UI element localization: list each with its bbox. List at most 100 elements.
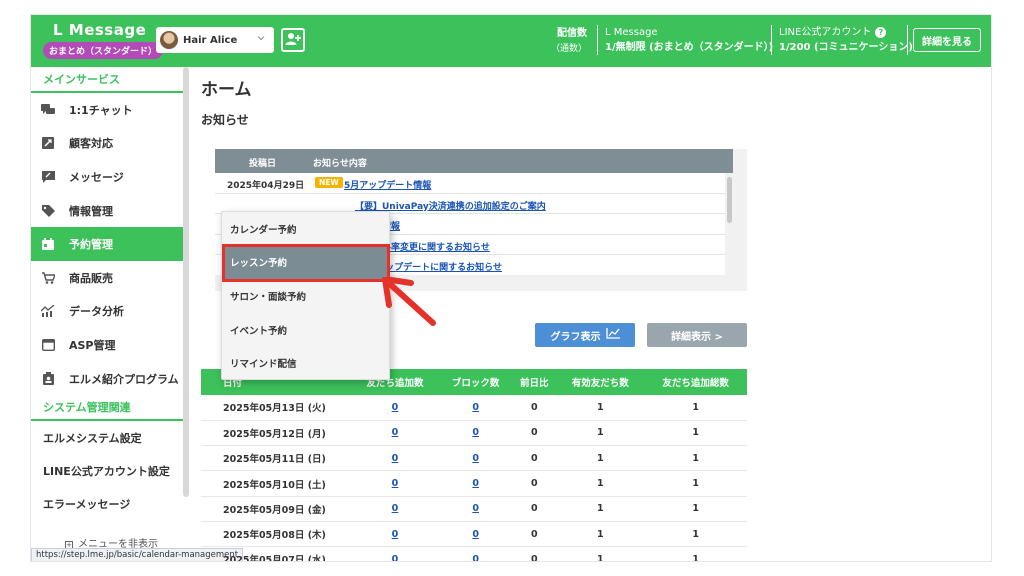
graph-button-label: グラフ表示	[550, 331, 601, 343]
add-user-button[interactable]	[281, 28, 305, 52]
new-badge: NEW	[315, 177, 343, 188]
calendar-icon	[41, 238, 55, 251]
table-cell: 1	[556, 445, 645, 472]
row-date: 2025年05月11日 (日)	[201, 445, 351, 472]
sidebar-item-line-settings[interactable]: LINE公式アカウント設定	[31, 454, 183, 487]
table-row: 2025年05月13日 (火) 0 0 0 1 1	[201, 395, 747, 421]
col-total-adds: 友だち追加総数	[644, 369, 747, 395]
table-cell: 1	[644, 470, 747, 497]
blocks-link[interactable]: 0	[438, 470, 513, 497]
table-cell: 1	[644, 420, 747, 447]
l-message-label: L Message	[605, 27, 658, 38]
sidebar-item-referral[interactable]: エルメ紹介プログラム	[31, 362, 183, 396]
table-cell: 0	[512, 546, 557, 561]
plan-badge: おまとめ（スタンダード）	[43, 42, 164, 59]
table-cell: 1	[644, 546, 747, 561]
sidebar-item-customer[interactable]: 顧客対応	[31, 127, 183, 161]
submenu-calendar-reservation[interactable]: カレンダー予約	[222, 212, 389, 246]
pointer-arrow-icon	[381, 276, 441, 333]
table-row: 2025年05月07日 (水) 0 0 0 1 1	[201, 546, 747, 561]
row-date: 2025年05月07日 (水)	[201, 546, 351, 561]
table-cell: 1	[556, 395, 645, 421]
row-date: 2025年05月08日 (木)	[201, 521, 351, 548]
notice-link[interactable]: 5月アップデート情報	[344, 178, 431, 191]
col-post-date: 投稿日	[249, 159, 277, 169]
table-cell: 0	[512, 420, 557, 447]
sidebar: メインサービス 1:1チャット 顧客対応 メッセージ 情報管理 予約管理 商品販…	[31, 67, 183, 561]
section-system: システム管理関連	[31, 395, 183, 422]
table-cell: 1	[556, 420, 645, 447]
row-date: 2025年05月12日 (月)	[201, 420, 351, 447]
friend-adds-link[interactable]: 0	[351, 496, 439, 522]
notice-date: 2025年04月29日	[227, 181, 305, 191]
delivery-count-label: 配信数 （通数）	[551, 26, 587, 57]
sidebar-item-label: 顧客対応	[69, 137, 113, 151]
sidebar-item-label: 1:1チャット	[69, 103, 133, 117]
line-account-label: LINE公式アカウント	[779, 27, 872, 38]
window-icon	[41, 338, 55, 351]
sidebar-item-label: ASP管理	[69, 338, 116, 352]
friend-adds-link[interactable]: 0	[351, 445, 439, 472]
table-row: 2025年05月10日 (土) 0 0 0 1 1	[201, 470, 747, 497]
analytics-icon	[41, 305, 55, 318]
delivery-sub: （通数）	[551, 44, 588, 54]
sidebar-scrollbar[interactable]	[183, 67, 189, 497]
sidebar-item-sales[interactable]: 商品販売	[31, 261, 183, 295]
section-main-service: メインサービス	[31, 67, 183, 93]
logo[interactable]: L Message おまとめ（スタンダード）	[43, 21, 164, 59]
sidebar-item-analytics[interactable]: データ分析	[31, 295, 183, 329]
sidebar-item-asp[interactable]: ASP管理	[31, 328, 183, 362]
notice-heading: お知らせ	[201, 113, 249, 127]
blocks-link[interactable]: 0	[438, 445, 513, 472]
table-cell: 1	[556, 546, 645, 561]
col-active-friends: 有効友だち数	[556, 369, 645, 395]
top-header: L Message おまとめ（スタンダード） Hair Alice 配信数 （通…	[31, 15, 991, 67]
row-date: 2025年05月09日 (金)	[201, 496, 351, 522]
edit-box-icon	[41, 137, 55, 150]
submenu-event-reservation[interactable]: イベント予約	[222, 313, 389, 347]
friend-adds-link[interactable]: 0	[351, 470, 439, 497]
account-select[interactable]: Hair Alice	[156, 27, 274, 53]
notice-scrollbar[interactable]	[727, 177, 732, 223]
col-notice-content: お知らせ内容	[313, 159, 367, 169]
graph-view-button[interactable]: グラフ表示	[535, 323, 635, 347]
notice-link[interactable]: 【要】UnivaPay決済連携の追加設定のご案内	[355, 199, 546, 212]
sidebar-item-chat[interactable]: 1:1チャット	[31, 93, 183, 127]
tag-icon	[41, 204, 55, 217]
help-icon[interactable]: ?	[875, 27, 887, 38]
sidebar-item-label: 商品販売	[69, 271, 113, 285]
app-window: L Message おまとめ（スタンダード） Hair Alice 配信数 （通…	[30, 14, 992, 562]
sidebar-item-message[interactable]: メッセージ	[31, 160, 183, 194]
avatar	[160, 31, 178, 49]
sidebar-item-lme-settings[interactable]: エルメシステム設定	[31, 421, 183, 454]
sidebar-item-info[interactable]: 情報管理	[31, 194, 183, 228]
highlight-box	[222, 244, 390, 282]
view-details-button[interactable]: 詳細を見る	[913, 28, 981, 52]
submenu-salon-reservation[interactable]: サロン・面談予約	[222, 279, 389, 313]
friend-adds-link[interactable]: 0	[351, 521, 439, 548]
col-blocks: ブロック数	[438, 369, 513, 395]
blocks-link[interactable]: 0	[438, 496, 513, 522]
delivery-label: 配信数	[557, 28, 588, 39]
friend-adds-link[interactable]: 0	[351, 420, 439, 447]
detail-view-button[interactable]: 詳細表示 >	[647, 323, 747, 347]
blocks-link[interactable]: 0	[438, 420, 513, 447]
friend-adds-link[interactable]: 0	[351, 546, 439, 561]
blocks-link[interactable]: 0	[438, 546, 513, 561]
table-cell: 1	[644, 445, 747, 472]
table-cell: 0	[512, 470, 557, 497]
blocks-link[interactable]: 0	[438, 521, 513, 548]
submenu-remind-delivery[interactable]: リマインド配信	[222, 346, 389, 380]
sidebar-item-error-message[interactable]: エラーメッセージ	[31, 487, 183, 520]
sidebar-item-reservation[interactable]: 予約管理	[31, 227, 183, 261]
sidebar-item-label: 予約管理	[69, 238, 113, 252]
row-date: 2025年05月13日 (火)	[201, 395, 351, 421]
account-name: Hair Alice	[183, 34, 238, 46]
blocks-link[interactable]: 0	[438, 395, 513, 421]
sidebar-item-label: エルメ紹介プログラム	[69, 372, 179, 386]
friend-adds-link[interactable]: 0	[351, 395, 439, 421]
table-cell: 1	[556, 496, 645, 522]
app-title: L Message	[53, 21, 147, 39]
sidebar-item-label: 情報管理	[69, 204, 113, 218]
table-row: 2025年05月09日 (金) 0 0 0 1 1	[201, 496, 747, 522]
